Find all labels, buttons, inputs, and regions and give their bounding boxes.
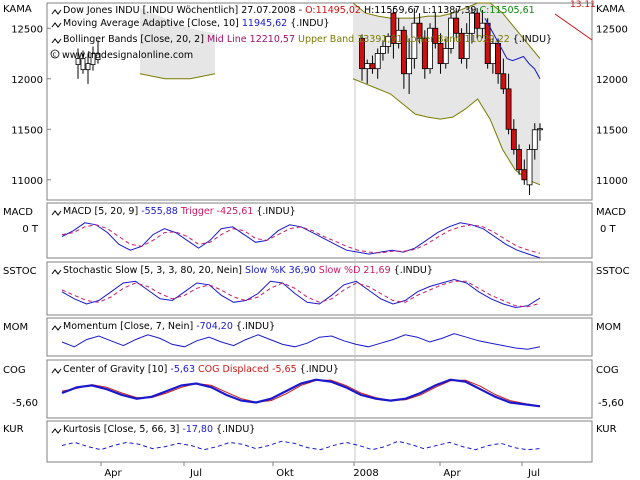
y-tick-label-left: -5,60 — [12, 398, 38, 409]
legend-text: MACD [5, 20, 9] — [63, 206, 141, 217]
y-tick-label-left: 12500 — [11, 24, 43, 35]
x-tick-label: Apr — [104, 468, 122, 479]
y-tick-label-right: 12000 — [596, 75, 628, 86]
kurtosis-legend: Kurtosis [Close, 5, 66, 3] -17,80 {.INDU… — [63, 424, 255, 435]
legend-suffix: {.INDU} — [233, 321, 275, 332]
candle-body — [374, 53, 381, 70]
legend-value: -17,80 — [182, 424, 213, 435]
bollinger-legend: Bollinger Bands [Close, 20, 2] Mid Line … — [63, 34, 552, 45]
legend-text: Dow Jones INDU [.INDU Wöchentlich] 27.07… — [63, 5, 305, 16]
cog-legend: Center of Gravity [10] -5,63 COG Displac… — [63, 364, 339, 375]
legend-text: Bollinger Bands [Close, 20, 2] — [63, 34, 207, 45]
corner-value: 13.11 — [570, 0, 596, 10]
chart-canvas: Apr Jul Okt 2008 Apr Jul 12500 12500 12000 12000 1… — [0, 0, 640, 480]
x-tick-label: Jul — [189, 468, 202, 479]
candle-body — [510, 128, 517, 150]
legend-bands: Upper Band 13391,91 Lower Band 11029,22 — [295, 34, 510, 45]
y-tick-label-left: 11000 — [11, 176, 43, 187]
candle-body — [85, 63, 91, 71]
copyright-icon-letter: c — [53, 51, 57, 59]
legend-suffix: {.INDU} — [391, 265, 433, 276]
side-label-macd: MACD — [3, 207, 33, 218]
candle-body — [437, 43, 444, 65]
y-tick-label-left: 11500 — [11, 125, 43, 136]
candle-body — [516, 149, 522, 171]
y-tick-label-right: 12500 — [596, 24, 628, 35]
side-label-mom-right: MOM — [596, 322, 621, 333]
candle-body — [489, 43, 496, 65]
legend-suffix: {.INDU} — [287, 18, 329, 29]
legend-close: C:11505,61 — [480, 5, 535, 16]
candle-body — [531, 129, 538, 150]
legend-high-low: H:11559,67 L:11387,39 — [361, 5, 480, 16]
side-label-cog-right: COG — [596, 365, 619, 376]
y-tick-label-right: 0 T — [600, 224, 617, 235]
legend-value: -5,63 — [170, 364, 195, 375]
x-tick-label: 2008 — [353, 468, 378, 479]
legend-value: 11945,62 — [242, 18, 287, 29]
macd-legend: MACD [5, 20, 9] -555,88 Trigger -425,61 … — [63, 206, 296, 217]
legend-d: Slow %D 21,69 — [316, 265, 391, 276]
side-label-cog: COG — [3, 365, 26, 376]
candle-body — [537, 128, 543, 131]
candle-body — [453, 17, 460, 34]
legend-trigger: Trigger -425,61 — [178, 206, 253, 217]
side-label-sstoc: SSTOC — [3, 266, 37, 277]
legend-mid: Mid Line 12210,57 — [207, 34, 295, 45]
candle-body — [406, 58, 413, 75]
y-tick-label-right: -5,60 — [598, 398, 624, 409]
candle-body — [500, 73, 507, 90]
legend-suffix: {.INDU} — [297, 364, 339, 375]
legend-displaced: COG Displaced -5,65 — [195, 364, 297, 375]
stoch-legend: Stochastic Slow [5, 3, 3, 80, 20, Nein] … — [63, 265, 433, 276]
legend-suffix: {.INDU} — [213, 424, 255, 435]
candle-body — [380, 46, 386, 54]
candle-body — [526, 149, 533, 186]
legend-value: -555,88 — [141, 206, 178, 217]
legend-open: O:11495,02 — [305, 5, 361, 16]
side-label-kur: KUR — [3, 424, 24, 435]
price-legend-title: Dow Jones INDU [.INDU Wöchentlich] 27.07… — [63, 5, 535, 16]
side-label-kur-right: KUR — [596, 424, 617, 435]
watermark-text: www.tradesignalonline.com — [62, 50, 193, 61]
side-label-kama: KAMA — [3, 4, 32, 15]
candle-body — [495, 43, 502, 75]
legend-value: -704,20 — [196, 321, 233, 332]
candle-body — [369, 63, 376, 70]
legend-text: Stochastic Slow [5, 3, 3, 80, 20, Nein] — [63, 265, 245, 276]
legend-text: Momentum [Close, 7, Nein] — [63, 321, 196, 332]
side-label-sstoc-right: SSTOC — [596, 266, 630, 277]
legend-text: Center of Gravity [10] — [63, 364, 170, 375]
legend-suffix: {.INDU} — [510, 34, 552, 45]
legend-text: Kurtosis [Close, 5, 66, 3] — [63, 424, 182, 435]
side-label-macd-right: MACD — [596, 207, 626, 218]
x-tick-label: Apr — [443, 468, 461, 479]
x-tick-label: Okt — [276, 468, 294, 479]
candle-body — [469, 12, 475, 34]
candle-body — [479, 22, 486, 29]
x-tick-label: Jul — [527, 468, 540, 479]
legend-suffix: {.INDU} — [253, 206, 295, 217]
legend-k: Slow %K 36,90 — [245, 265, 316, 276]
momentum-legend: Momentum [Close, 7, Nein] -704,20 {.INDU… — [63, 321, 275, 332]
y-tick-label-right: 11000 — [596, 176, 628, 187]
side-label-mom: MOM — [3, 322, 28, 333]
y-tick-label-left: 12000 — [11, 75, 43, 86]
candle-body — [505, 88, 512, 130]
candle-body — [442, 48, 449, 65]
candle-body — [521, 169, 528, 181]
candle-body — [364, 63, 371, 70]
legend-text: Moving Average Adaptive [Close, 10] — [63, 18, 242, 29]
side-label-kama-right: KAMA — [596, 4, 625, 15]
y-tick-label-right: 11500 — [596, 125, 628, 136]
kama-legend: Moving Average Adaptive [Close, 10] 1194… — [63, 18, 330, 29]
y-tick-label-left: 0 T — [22, 224, 39, 235]
